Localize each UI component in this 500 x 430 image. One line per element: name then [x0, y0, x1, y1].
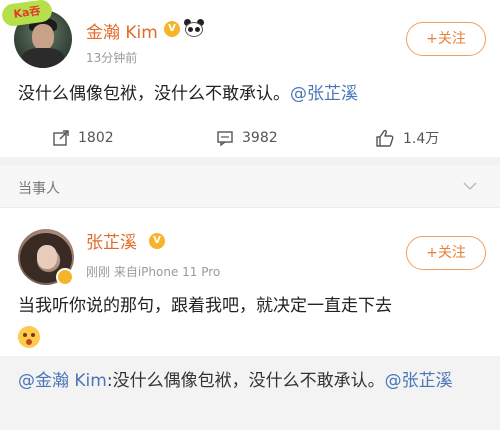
panda-icon — [184, 19, 204, 37]
vip-badge-icon: V — [164, 21, 180, 37]
comment-button[interactable]: 3982 — [216, 120, 278, 156]
post-card: Ka吞 金瀚 Kim V 13分钟前 +关注 没什么偶像包袱，没什么不敢承认。@… — [0, 0, 500, 157]
author-name[interactable]: 金瀚 Kim — [86, 18, 158, 43]
section-title: 当事人 — [18, 181, 60, 197]
quoted-post[interactable]: @金瀚 Kim:没什么偶像包袱，没什么不敢承认。@张芷溪 — [0, 356, 500, 430]
repost-button[interactable]: 1802 — [52, 120, 114, 156]
repost-count: 1802 — [78, 130, 114, 146]
action-bar: 1802 3982 1.4万 — [0, 120, 500, 156]
chevron-down-icon[interactable] — [462, 178, 478, 194]
quoted-author-link[interactable]: @金瀚 Kim — [18, 371, 107, 391]
author-name[interactable]: 张芷溪 — [86, 228, 137, 253]
like-button[interactable]: 1.4万 — [375, 120, 439, 156]
like-count: 1.4万 — [403, 131, 440, 147]
divider — [0, 157, 500, 166]
post-time: 13分钟前 — [86, 51, 138, 65]
post-body: 没什么偶像包袱，没什么不敢承认。 — [18, 84, 290, 104]
post-text: 当我听你说的那句，跟着我吧，就决定一直走下去 — [18, 296, 392, 316]
quoted-body: :没什么偶像包袱，没什么不敢承认。 — [106, 371, 385, 391]
comment-icon — [217, 131, 233, 147]
follow-button[interactable]: +关注 — [406, 236, 486, 270]
vip-badge-icon — [56, 268, 74, 286]
follow-button[interactable]: +关注 — [406, 22, 486, 56]
comment-count: 3982 — [242, 130, 278, 146]
vip-badge-icon: V — [149, 233, 165, 249]
mention-link[interactable]: @张芷溪 — [385, 371, 453, 391]
like-icon — [376, 129, 394, 147]
mention-link[interactable]: @张芷溪 — [290, 84, 358, 104]
emoji-icon — [18, 326, 40, 348]
quoted-text: @金瀚 Kim:没什么偶像包袱，没什么不敢承认。@张芷溪 — [18, 368, 488, 394]
section-header[interactable]: 当事人 — [0, 166, 500, 208]
repost-icon — [53, 130, 69, 146]
post-source: 刚刚 来自iPhone 11 Pro — [86, 265, 221, 279]
post-card — [0, 208, 500, 356]
post-text: 没什么偶像包袱，没什么不敢承认。@张芷溪 — [18, 80, 358, 108]
